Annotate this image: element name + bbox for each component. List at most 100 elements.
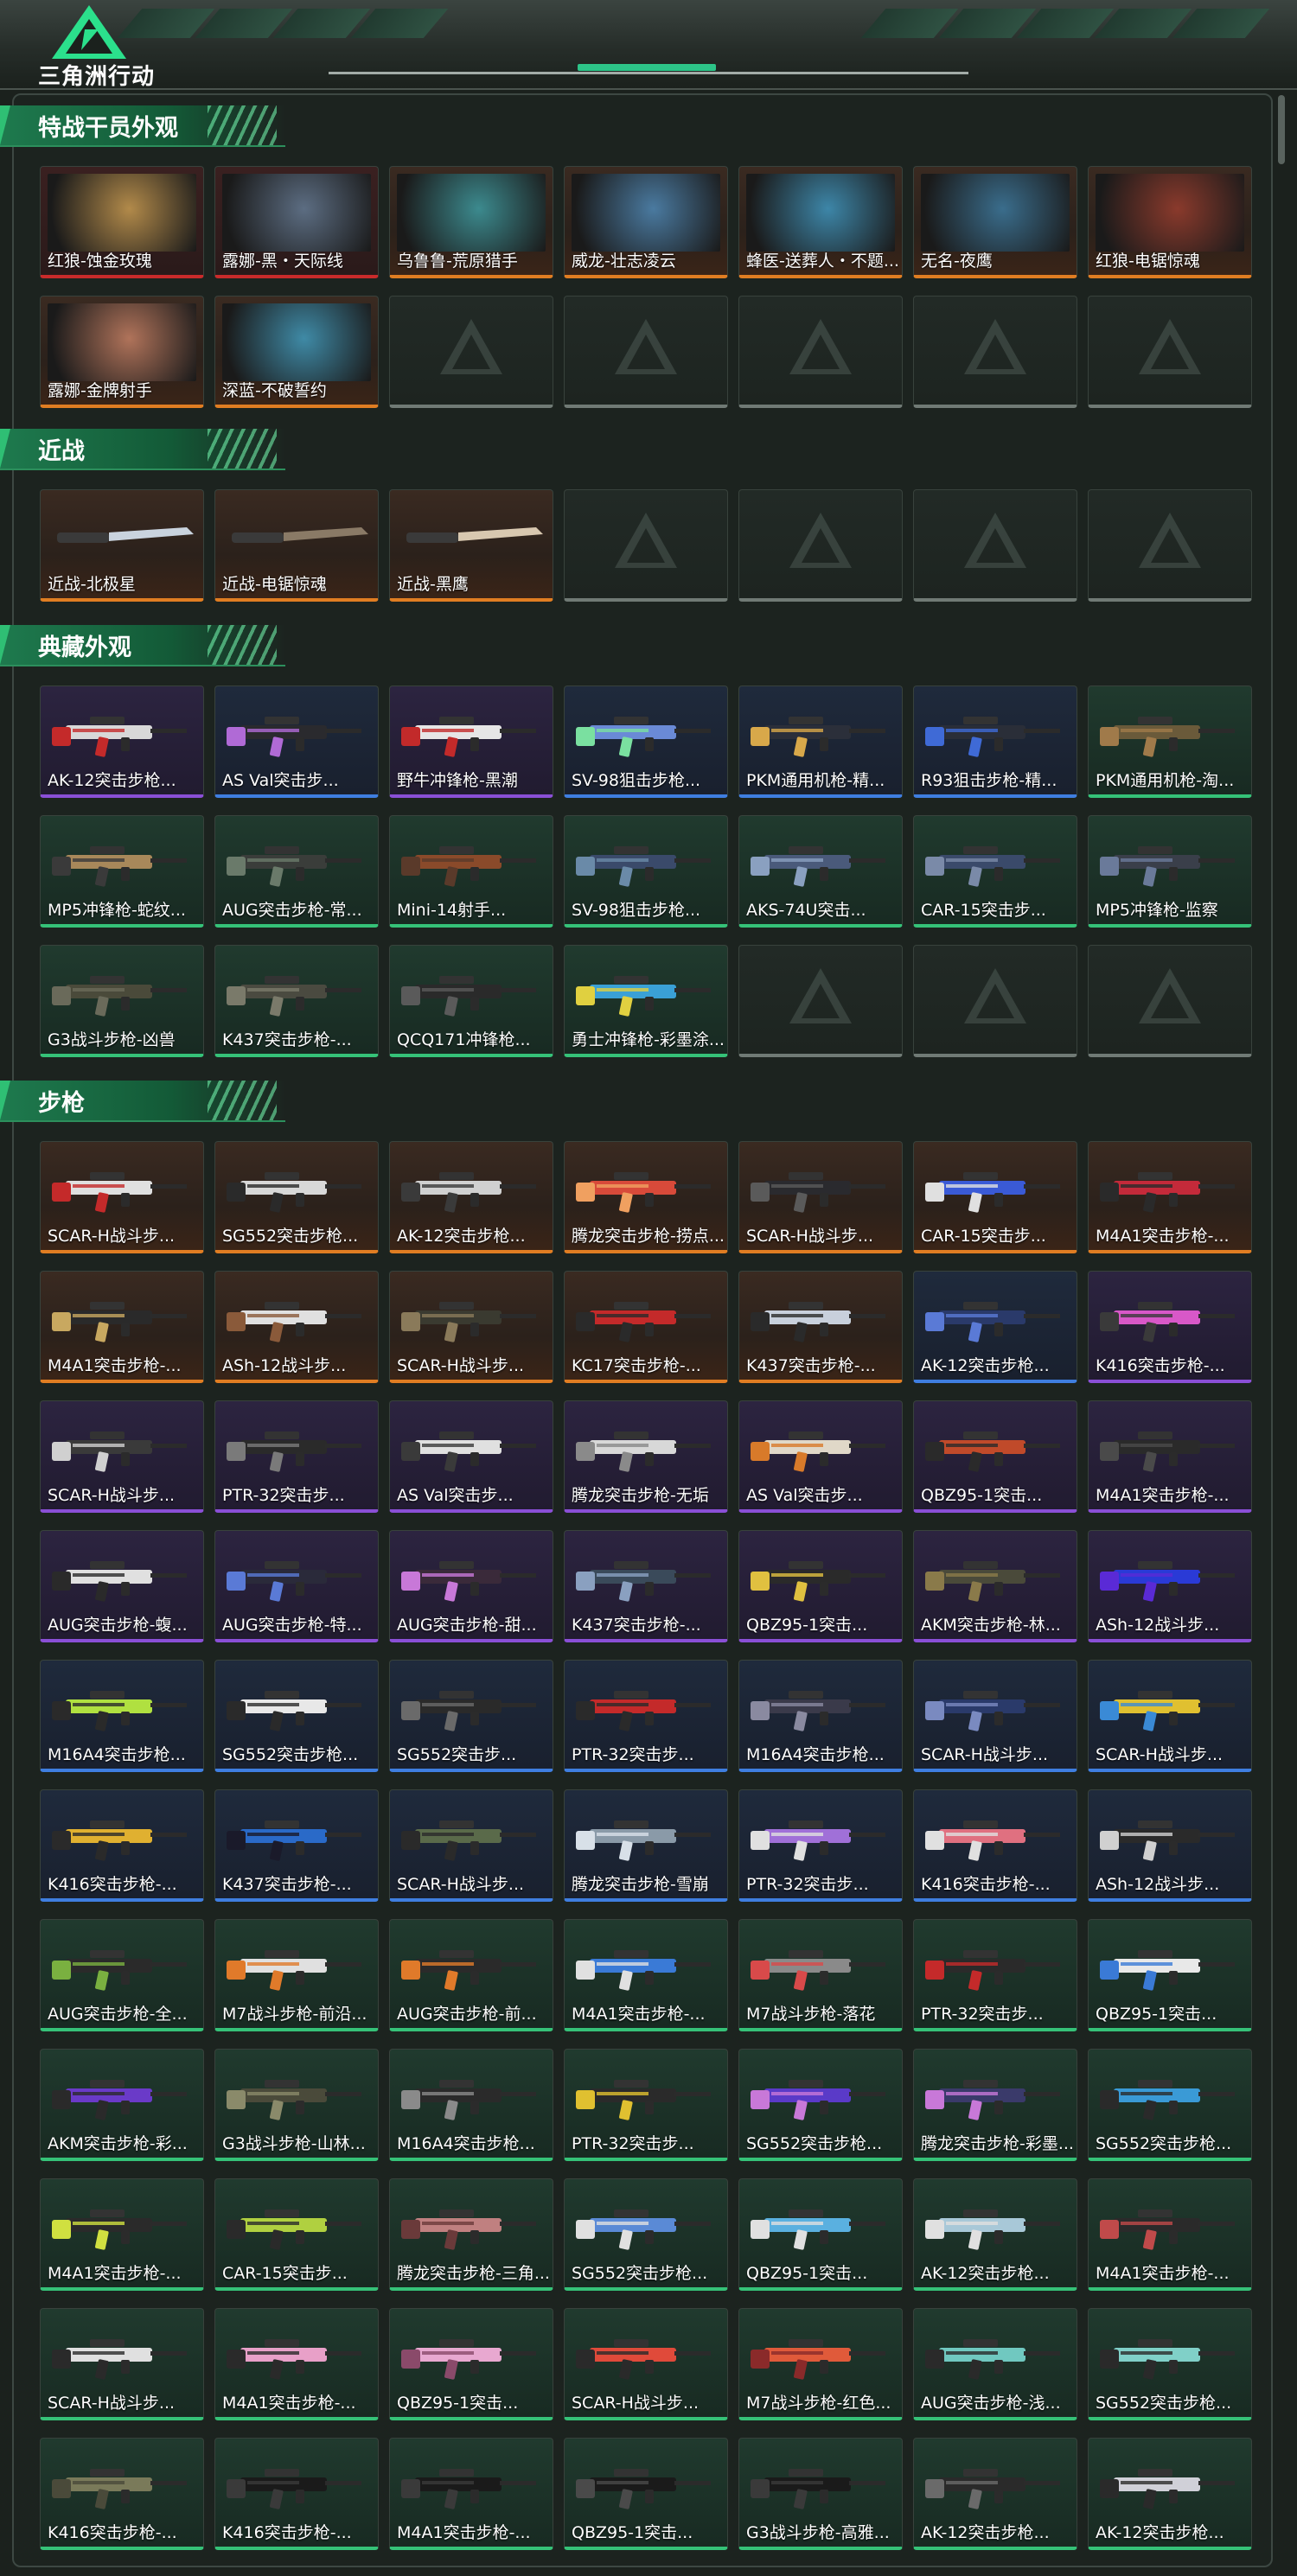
item-card[interactable]: 威龙-壮志凌云	[564, 166, 728, 278]
item-card[interactable]: K437突击步枪-...	[564, 1530, 728, 1642]
item-card[interactable]: 近战-北极星	[40, 489, 204, 602]
item-card[interactable]: PTR-32突击步...	[564, 1660, 728, 1772]
item-card[interactable]: 勇士冲锋枪-彩墨涂...	[564, 945, 728, 1057]
item-card[interactable]: K437突击步枪-...	[738, 1271, 903, 1383]
item-card[interactable]: M4A1突击步枪-...	[214, 2308, 379, 2420]
item-card[interactable]: SCAR-H战斗步...	[40, 1400, 204, 1513]
item-card[interactable]: AK-12突击步枪...	[1088, 2438, 1252, 2550]
item-card[interactable]: 野牛冲锋枪-黑潮	[389, 685, 553, 798]
item-card[interactable]: AUG突击步枪-蝮...	[40, 1530, 204, 1642]
item-card[interactable]: ASh-12战斗步...	[214, 1271, 379, 1383]
item-card[interactable]: AKM突击步枪-林...	[913, 1530, 1077, 1642]
item-card[interactable]: SG552突击步枪...	[564, 2178, 728, 2291]
item-card[interactable]: SCAR-H战斗步...	[564, 2308, 728, 2420]
item-card[interactable]: M7战斗步枪-红色...	[738, 2308, 903, 2420]
item-card[interactable]: ASh-12战斗步...	[1088, 1789, 1252, 1902]
item-card[interactable]: SCAR-H战斗步...	[738, 1141, 903, 1253]
item-card[interactable]: AUG突击步枪-浅...	[913, 2308, 1077, 2420]
item-card[interactable]: AUG突击步枪-全...	[40, 1919, 204, 2031]
item-card[interactable]: AUG突击步枪-前...	[389, 1919, 553, 2031]
item-card[interactable]: SCAR-H战斗步...	[389, 1789, 553, 1902]
item-card[interactable]: 深蓝-不破誓约	[214, 296, 379, 408]
item-card[interactable]: 近战-电锯惊魂	[214, 489, 379, 602]
item-card[interactable]: Mini-14射手...	[389, 815, 553, 928]
item-card[interactable]: 腾龙突击步枪-三角...	[389, 2178, 553, 2291]
item-card[interactable]: AK-12突击步枪...	[389, 1141, 553, 1253]
item-card[interactable]: SCAR-H战斗步...	[1088, 1660, 1252, 1772]
item-card[interactable]: AK-12突击步枪...	[913, 2178, 1077, 2291]
item-card[interactable]: PTR-32突击步...	[214, 1400, 379, 1513]
item-card[interactable]: MP5冲锋枪-监察	[1088, 815, 1252, 928]
item-card[interactable]: M7战斗步枪-前沿...	[214, 1919, 379, 2031]
item-card[interactable]: 红狼-电锯惊魂	[1088, 166, 1252, 278]
item-card[interactable]: 乌鲁鲁-荒原猎手	[389, 166, 553, 278]
item-card[interactable]: M16A4突击步枪...	[40, 1660, 204, 1772]
item-card[interactable]: K437突击步枪-...	[214, 945, 379, 1057]
item-card[interactable]: G3战斗步枪-山林...	[214, 2049, 379, 2161]
item-card[interactable]: 腾龙突击步枪-捞点...	[564, 1141, 728, 1253]
item-card[interactable]: QBZ95-1突击...	[389, 2308, 553, 2420]
item-card[interactable]: QBZ95-1突击...	[738, 2178, 903, 2291]
item-card[interactable]: 露娜-黑・天际线	[214, 166, 379, 278]
item-card[interactable]: SCAR-H战斗步...	[40, 2308, 204, 2420]
item-card[interactable]: M16A4突击步枪...	[738, 1660, 903, 1772]
item-card[interactable]: M4A1突击步枪-...	[389, 2438, 553, 2550]
item-card[interactable]: M4A1突击步枪-...	[1088, 1141, 1252, 1253]
item-card[interactable]: M4A1突击步枪-...	[564, 1919, 728, 2031]
item-card[interactable]: SG552突击步枪...	[738, 2049, 903, 2161]
item-card[interactable]: SCAR-H战斗步...	[913, 1660, 1077, 1772]
item-card[interactable]: K416突击步枪-...	[913, 1789, 1077, 1902]
item-card[interactable]: AS Val突击步...	[214, 685, 379, 798]
item-card[interactable]: 腾龙突击步枪-无垢	[564, 1400, 728, 1513]
item-card[interactable]: M4A1突击步枪-...	[1088, 1400, 1252, 1513]
item-card[interactable]: AS Val突击步...	[389, 1400, 553, 1513]
item-card[interactable]: SCAR-H战斗步...	[40, 1141, 204, 1253]
item-card[interactable]: QBZ95-1突击...	[738, 1530, 903, 1642]
item-card[interactable]: K437突击步枪-...	[214, 1789, 379, 1902]
item-card[interactable]: M7战斗步枪-落花	[738, 1919, 903, 2031]
item-card[interactable]: SG552突击步枪...	[214, 1141, 379, 1253]
item-card[interactable]: K416突击步枪-...	[40, 1789, 204, 1902]
item-card[interactable]: M4A1突击步枪-...	[40, 2178, 204, 2291]
item-card[interactable]: 露娜-金牌射手	[40, 296, 204, 408]
item-card[interactable]: AKS-74U突击...	[738, 815, 903, 928]
item-card[interactable]: AUG突击步枪-甜...	[389, 1530, 553, 1642]
item-card[interactable]: AK-12突击步枪...	[40, 685, 204, 798]
item-card[interactable]: QBZ95-1突击...	[913, 1400, 1077, 1513]
item-card[interactable]: M16A4突击步枪...	[389, 2049, 553, 2161]
scrollbar-thumb[interactable]	[1278, 95, 1285, 164]
item-card[interactable]: PKM通用机枪-精...	[738, 685, 903, 798]
item-card[interactable]: AK-12突击步枪...	[913, 2438, 1077, 2550]
item-card[interactable]: 腾龙突击步枪-雪崩	[564, 1789, 728, 1902]
item-card[interactable]: AUG突击步枪-常...	[214, 815, 379, 928]
item-card[interactable]: K416突击步枪-...	[40, 2438, 204, 2550]
item-card[interactable]: G3战斗步枪-凶兽	[40, 945, 204, 1057]
item-card[interactable]: CAR-15突击步...	[913, 815, 1077, 928]
item-card[interactable]: PTR-32突击步...	[913, 1919, 1077, 2031]
item-card[interactable]: CAR-15突击步...	[214, 2178, 379, 2291]
item-card[interactable]: AK-12突击步枪...	[913, 1271, 1077, 1383]
item-card[interactable]: K416突击步枪-...	[214, 2438, 379, 2550]
item-card[interactable]: QBZ95-1突击...	[564, 2438, 728, 2550]
item-card[interactable]: SG552突击步枪...	[214, 1660, 379, 1772]
item-card[interactable]: AS Val突击步...	[738, 1400, 903, 1513]
item-card[interactable]: AUG突击步枪-特...	[214, 1530, 379, 1642]
item-card[interactable]: SG552突击步...	[389, 1660, 553, 1772]
item-card[interactable]: 无名-夜鹰	[913, 166, 1077, 278]
item-card[interactable]: SG552突击步枪...	[1088, 2049, 1252, 2161]
item-card[interactable]: QCQ171冲锋枪...	[389, 945, 553, 1057]
item-card[interactable]: MP5冲锋枪-蛇纹...	[40, 815, 204, 928]
item-card[interactable]: PTR-32突击步...	[564, 2049, 728, 2161]
item-card[interactable]: 蜂医-送葬人・不题...	[738, 166, 903, 278]
item-card[interactable]: K416突击步枪-...	[1088, 1271, 1252, 1383]
item-card[interactable]: M4A1突击步枪-...	[40, 1271, 204, 1383]
item-card[interactable]: PKM通用机枪-淘...	[1088, 685, 1252, 798]
item-card[interactable]: SG552突击步枪...	[1088, 2308, 1252, 2420]
item-card[interactable]: PTR-32突击步...	[738, 1789, 903, 1902]
item-card[interactable]: 近战-黑鹰	[389, 489, 553, 602]
item-card[interactable]: R93狙击步枪-精...	[913, 685, 1077, 798]
item-card[interactable]: AKM突击步枪-彩...	[40, 2049, 204, 2161]
item-card[interactable]: SV-98狙击步枪...	[564, 685, 728, 798]
item-card[interactable]: ASh-12战斗步...	[1088, 1530, 1252, 1642]
item-card[interactable]: CAR-15突击步...	[913, 1141, 1077, 1253]
